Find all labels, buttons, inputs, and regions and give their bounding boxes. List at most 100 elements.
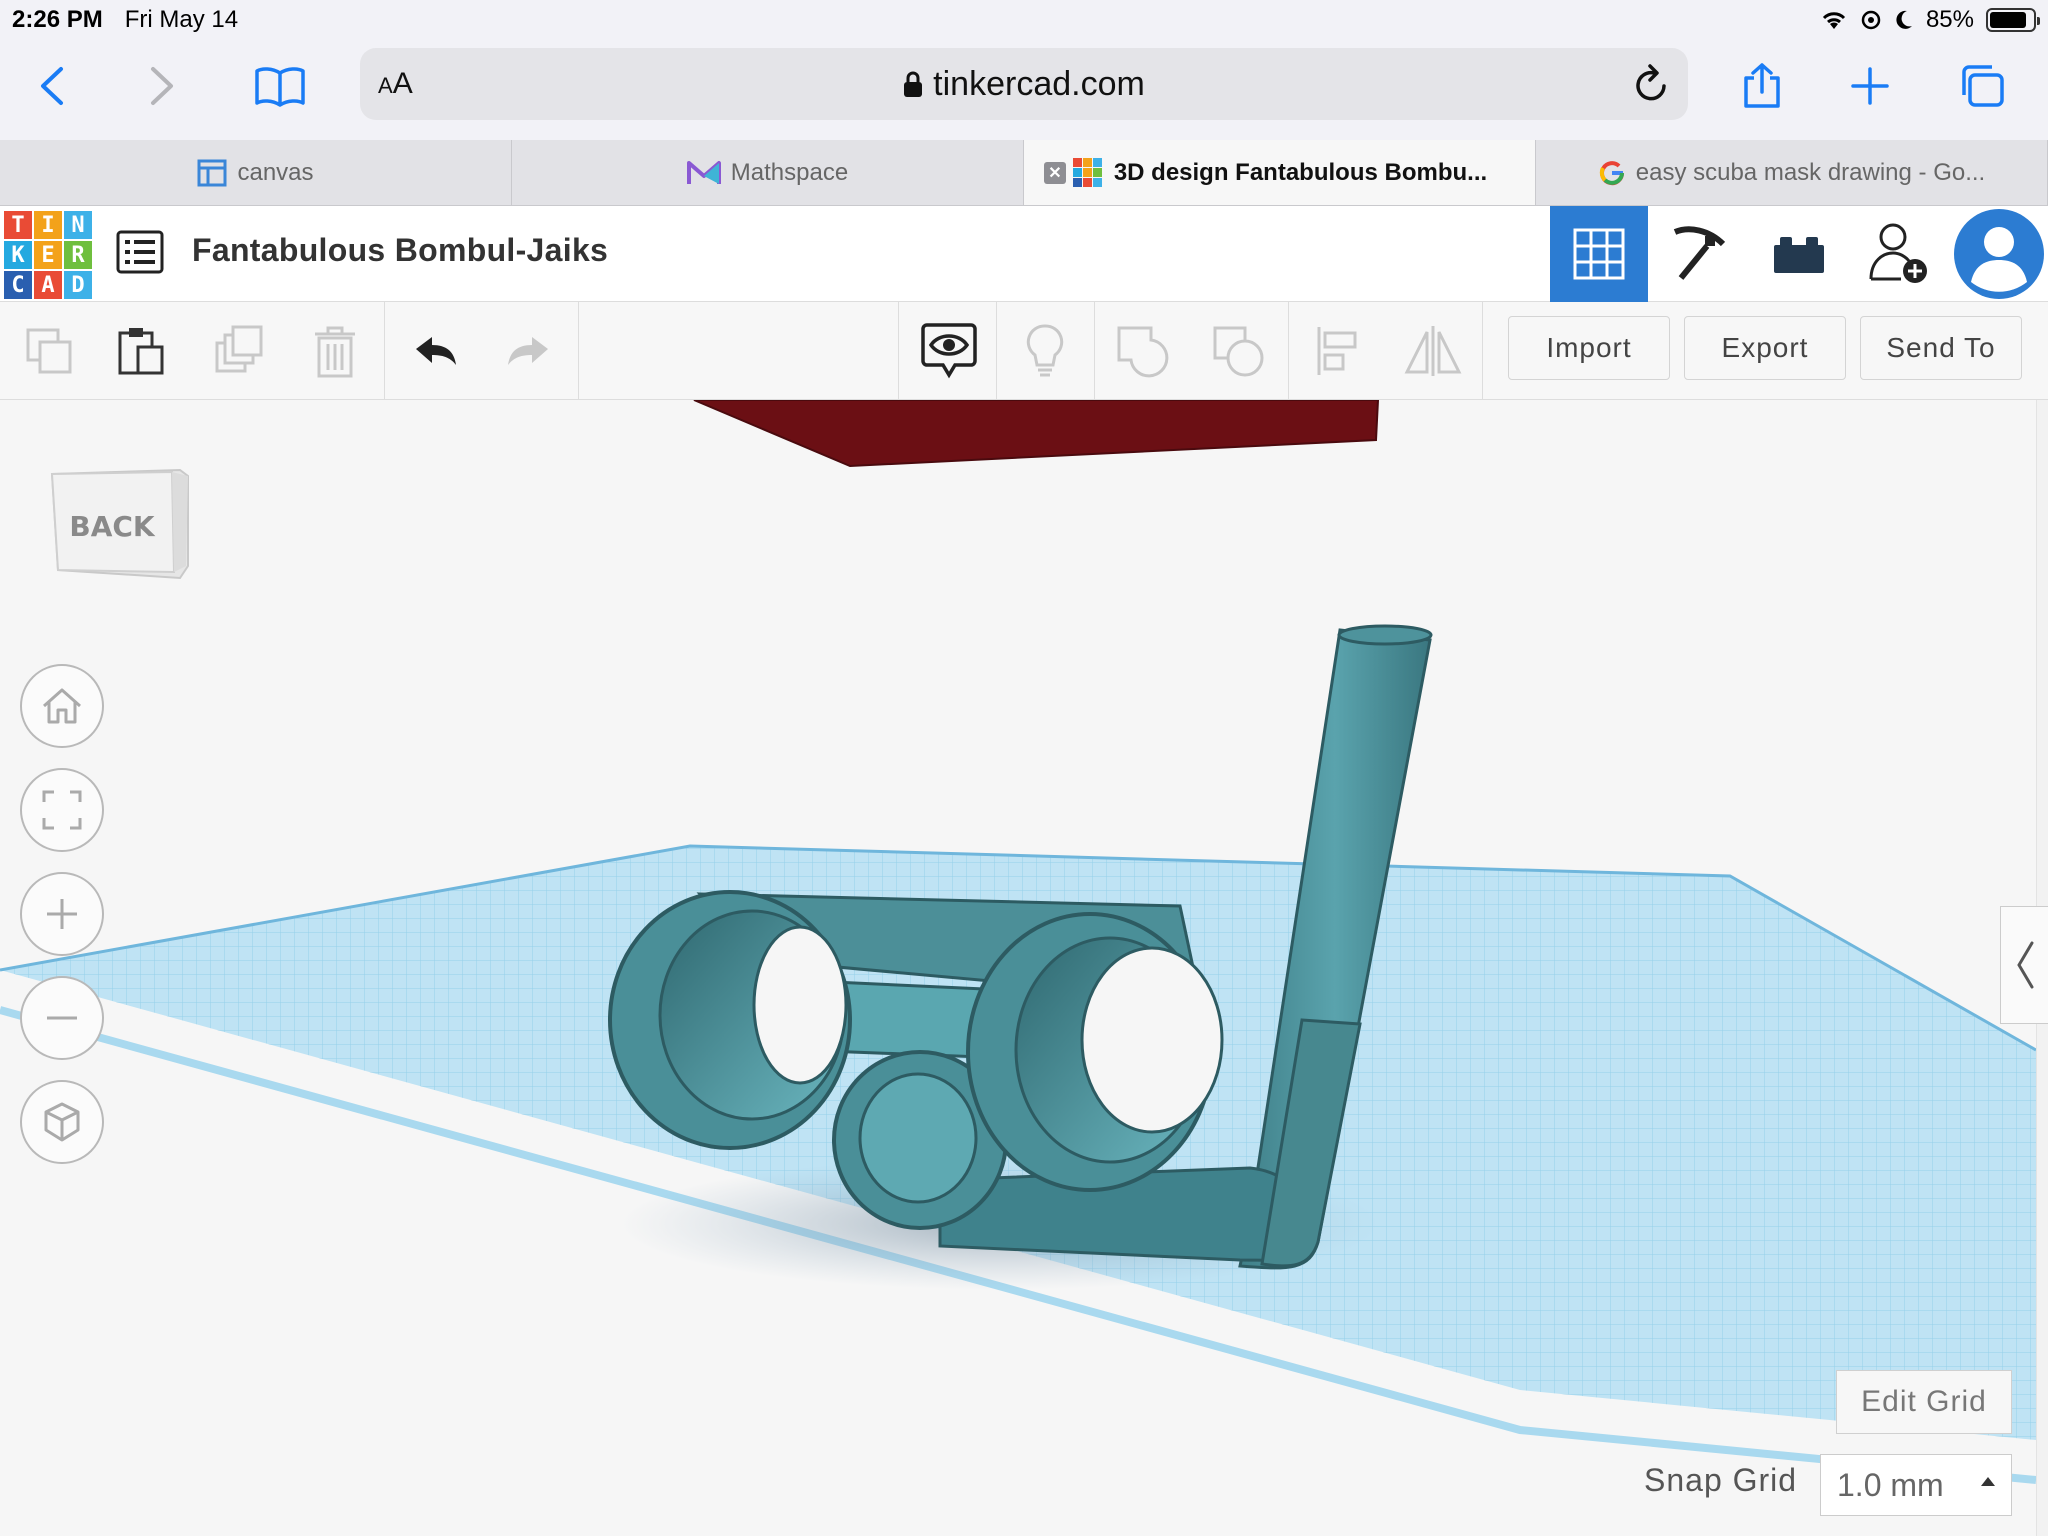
ungroup-button[interactable] [1208,320,1270,382]
share-button[interactable] [1732,56,1792,116]
mirror-icon [1404,326,1462,376]
mirror-button[interactable] [1402,320,1464,382]
nose-piece-face [858,1072,978,1204]
tabs-overview-button[interactable] [1952,56,2012,116]
right-lens-hole [1080,946,1224,1134]
pickaxe-icon [1673,226,1726,280]
browser-tabs: canvas Mathspace ✕ 3D design Fantabulous… [0,140,2048,206]
group-button[interactable] [1112,320,1174,382]
tab-label: easy scuba mask drawing - Go... [1635,158,1986,186]
home-view-button[interactable] [20,664,104,748]
back-button[interactable] [22,56,82,116]
tab-label: 3D design Fantabulous Bombu... [1113,158,1488,186]
snap-grid-label: Snap Grid [1644,1462,1798,1498]
logo-letter: K [4,241,32,269]
copy-icon [26,328,72,374]
view-cube-icon: BACK [50,468,189,580]
home-icon [43,688,81,724]
location-lock-icon [1861,10,1881,30]
list-icon [116,230,164,274]
status-right: 85% [1820,6,2040,34]
reload-button[interactable] [1632,62,1672,111]
3d-scene[interactable] [0,400,2048,1536]
tinkercad-favicon-icon [1072,157,1102,187]
3d-view-button[interactable] [1550,206,1648,302]
plus-icon [47,899,77,929]
logo-letter: R [64,241,92,269]
tinkercad-logo[interactable]: T I N K E R C A D [4,211,92,299]
view-cube[interactable]: BACK [48,466,198,621]
notes-visibility-button[interactable] [918,320,980,382]
workplane-viewport[interactable]: BACK Edit Grid Snap Grid 1.0 mm [0,400,2048,1536]
status-time: 2:26 PM [12,6,103,33]
battery-icon [1986,8,2040,32]
logo-letter: E [34,241,62,269]
bricks-view-button[interactable] [1750,206,1848,302]
snap-grid-select[interactable]: 1.0 mm [1820,1454,2012,1516]
tab-tinkercad[interactable]: ✕ 3D design Fantabulous Bombu... [1024,140,1536,205]
design-list-button[interactable] [116,230,164,279]
fit-view-button[interactable] [20,768,104,852]
url-display[interactable]: tinkercad.com [903,65,1145,104]
zoom-out-button[interactable] [20,976,104,1060]
minus-icon [47,1016,77,1020]
copy-button[interactable] [18,320,80,382]
edit-grid-button[interactable]: Edit Grid [1836,1370,2012,1434]
browser-toolbar: AA tinkercad.com [0,40,2048,140]
google-favicon-icon [1599,160,1624,185]
canvas-favicon-icon [197,159,227,186]
tabs-overview-icon [1962,65,2004,107]
perspective-button[interactable] [20,1080,104,1164]
paste-button[interactable] [110,320,172,382]
zoom-in-button[interactable] [20,872,104,956]
group-icon [1117,326,1169,378]
ungroup-icon [1213,326,1264,377]
undo-icon [416,337,456,365]
reload-icon [1636,64,1666,101]
tab-label: canvas [237,158,314,186]
moon-icon [1896,10,1912,29]
new-tab-button[interactable] [1840,56,1900,116]
add-user-icon [1869,223,1927,283]
battery-percent: 85% [1925,6,1974,33]
tab-mathspace[interactable]: Mathspace [512,140,1024,205]
redo-button[interactable] [498,320,560,382]
align-button[interactable] [1306,320,1368,382]
left-lens-hole [752,925,848,1085]
bookmarks-icon [255,67,305,107]
snorkel-top [1337,624,1433,646]
bookmarks-button[interactable] [250,56,310,116]
account-avatar-button[interactable] [1950,206,2048,302]
blocks-view-button[interactable] [1650,206,1748,302]
send-to-button[interactable]: Send To [1860,316,2022,380]
logo-letter: T [4,211,32,239]
delete-button[interactable] [304,320,366,382]
toolbar-divider [1288,302,1289,400]
new-tab-icon [1851,67,1889,105]
toolbar-divider [578,302,579,400]
tab-canvas[interactable]: canvas [0,140,512,205]
redo-icon [508,337,548,365]
light-bulb-button[interactable] [1014,320,1076,382]
export-button[interactable]: Export [1684,316,1846,380]
wifi-icon [1822,12,1846,29]
red-shape[interactable] [693,400,1380,468]
view-cube-face-label: BACK [69,510,156,543]
address-bar[interactable]: AA tinkercad.com [360,48,1688,120]
undo-button[interactable] [404,320,466,382]
url-text: tinkercad.com [933,64,1145,103]
lock-icon [904,71,923,97]
duplicate-button[interactable] [208,320,270,382]
text-size-button[interactable]: AA [378,67,413,101]
tab-google-search[interactable]: easy scuba mask drawing - Go... [1536,140,2048,205]
forward-button[interactable] [132,56,192,116]
status-bar: 2:26 PM Fri May 14 85% [0,0,2048,40]
battery-fill [1990,12,2026,28]
invite-user-button[interactable] [1850,206,1948,302]
close-tab-icon[interactable]: ✕ [1044,161,1066,184]
import-button[interactable]: Import [1508,316,1670,380]
avatar-icon [1954,209,2044,299]
logo-letter: D [64,271,92,299]
design-title[interactable]: Fantabulous Bombul-Jaiks [192,232,608,269]
shapes-panel-toggle[interactable] [2000,906,2048,1024]
